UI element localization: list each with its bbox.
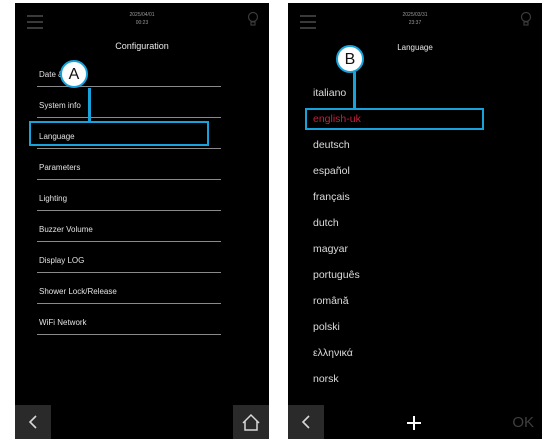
menu-item-shower-lock-release[interactable]: Shower Lock/Release xyxy=(37,273,221,304)
page-title: Language xyxy=(397,43,433,52)
callout-a: A xyxy=(60,60,88,88)
time-display: 00:23 xyxy=(135,20,149,26)
menu-item-lighting[interactable]: Lighting xyxy=(37,180,221,211)
menu-item-label: WiFi Network xyxy=(39,318,87,327)
add-button[interactable] xyxy=(400,407,428,437)
menu-item-label: Shower Lock/Release xyxy=(39,287,117,296)
language-option-greek[interactable]: ελληνικά xyxy=(313,347,353,359)
clock: 2025/03/31 23:37 xyxy=(288,11,542,27)
chevron-left-icon xyxy=(301,415,310,429)
plus-icon xyxy=(407,416,421,430)
callout-a-stem xyxy=(88,88,91,121)
menu-item-parameters[interactable]: Parameters xyxy=(37,149,221,180)
language-option-espanol[interactable]: español xyxy=(313,165,350,177)
home-button[interactable] xyxy=(233,405,269,439)
menu-item-label: Buzzer Volume xyxy=(39,225,93,234)
configuration-screen: 2025/04/01 00:23 Configuration Date & Ti… xyxy=(15,3,269,439)
menu-item-label: System info xyxy=(39,101,81,110)
lightbulb-icon[interactable] xyxy=(247,11,259,32)
time-display: 23:37 xyxy=(408,20,422,26)
page-title: Configuration xyxy=(115,41,169,51)
chevron-left-icon xyxy=(28,415,37,429)
callout-b: B xyxy=(336,45,364,73)
language-option-portugues[interactable]: português xyxy=(313,269,360,281)
language-screen: 2025/03/31 23:37 Language italiano engli… xyxy=(288,3,542,439)
date-display: 2025/04/01 xyxy=(129,12,155,18)
language-option-romana[interactable]: română xyxy=(313,295,349,307)
language-option-deutsch[interactable]: deutsch xyxy=(313,139,350,151)
language-option-norsk[interactable]: norsk xyxy=(313,373,339,385)
language-option-italiano[interactable]: italiano xyxy=(313,87,346,99)
language-highlight-box xyxy=(29,121,209,146)
menu-item-buzzer-volume[interactable]: Buzzer Volume xyxy=(37,211,221,242)
callout-b-stem xyxy=(353,72,356,108)
date-display: 2025/03/31 xyxy=(402,12,428,18)
menu-item-wifi-network[interactable]: WiFi Network xyxy=(37,304,221,335)
back-button[interactable] xyxy=(288,405,324,439)
language-option-magyar[interactable]: magyar xyxy=(313,243,348,255)
clock: 2025/04/01 00:23 xyxy=(15,11,269,27)
menu-item-label: Parameters xyxy=(39,163,81,172)
menu-item-label: Lighting xyxy=(39,194,68,203)
ok-button[interactable]: OK xyxy=(512,414,534,431)
language-option-francais[interactable]: français xyxy=(313,191,350,203)
language-option-polski[interactable]: polski xyxy=(313,321,340,333)
menu-item-label: Display LOG xyxy=(39,256,85,265)
back-button[interactable] xyxy=(15,405,51,439)
menu-item-system-info[interactable]: System info xyxy=(37,87,221,118)
lightbulb-icon[interactable] xyxy=(520,11,532,32)
english-uk-highlight-box xyxy=(305,108,484,130)
home-icon xyxy=(242,413,260,431)
language-option-dutch[interactable]: dutch xyxy=(313,217,339,229)
menu-item-display-log[interactable]: Display LOG xyxy=(37,242,221,273)
